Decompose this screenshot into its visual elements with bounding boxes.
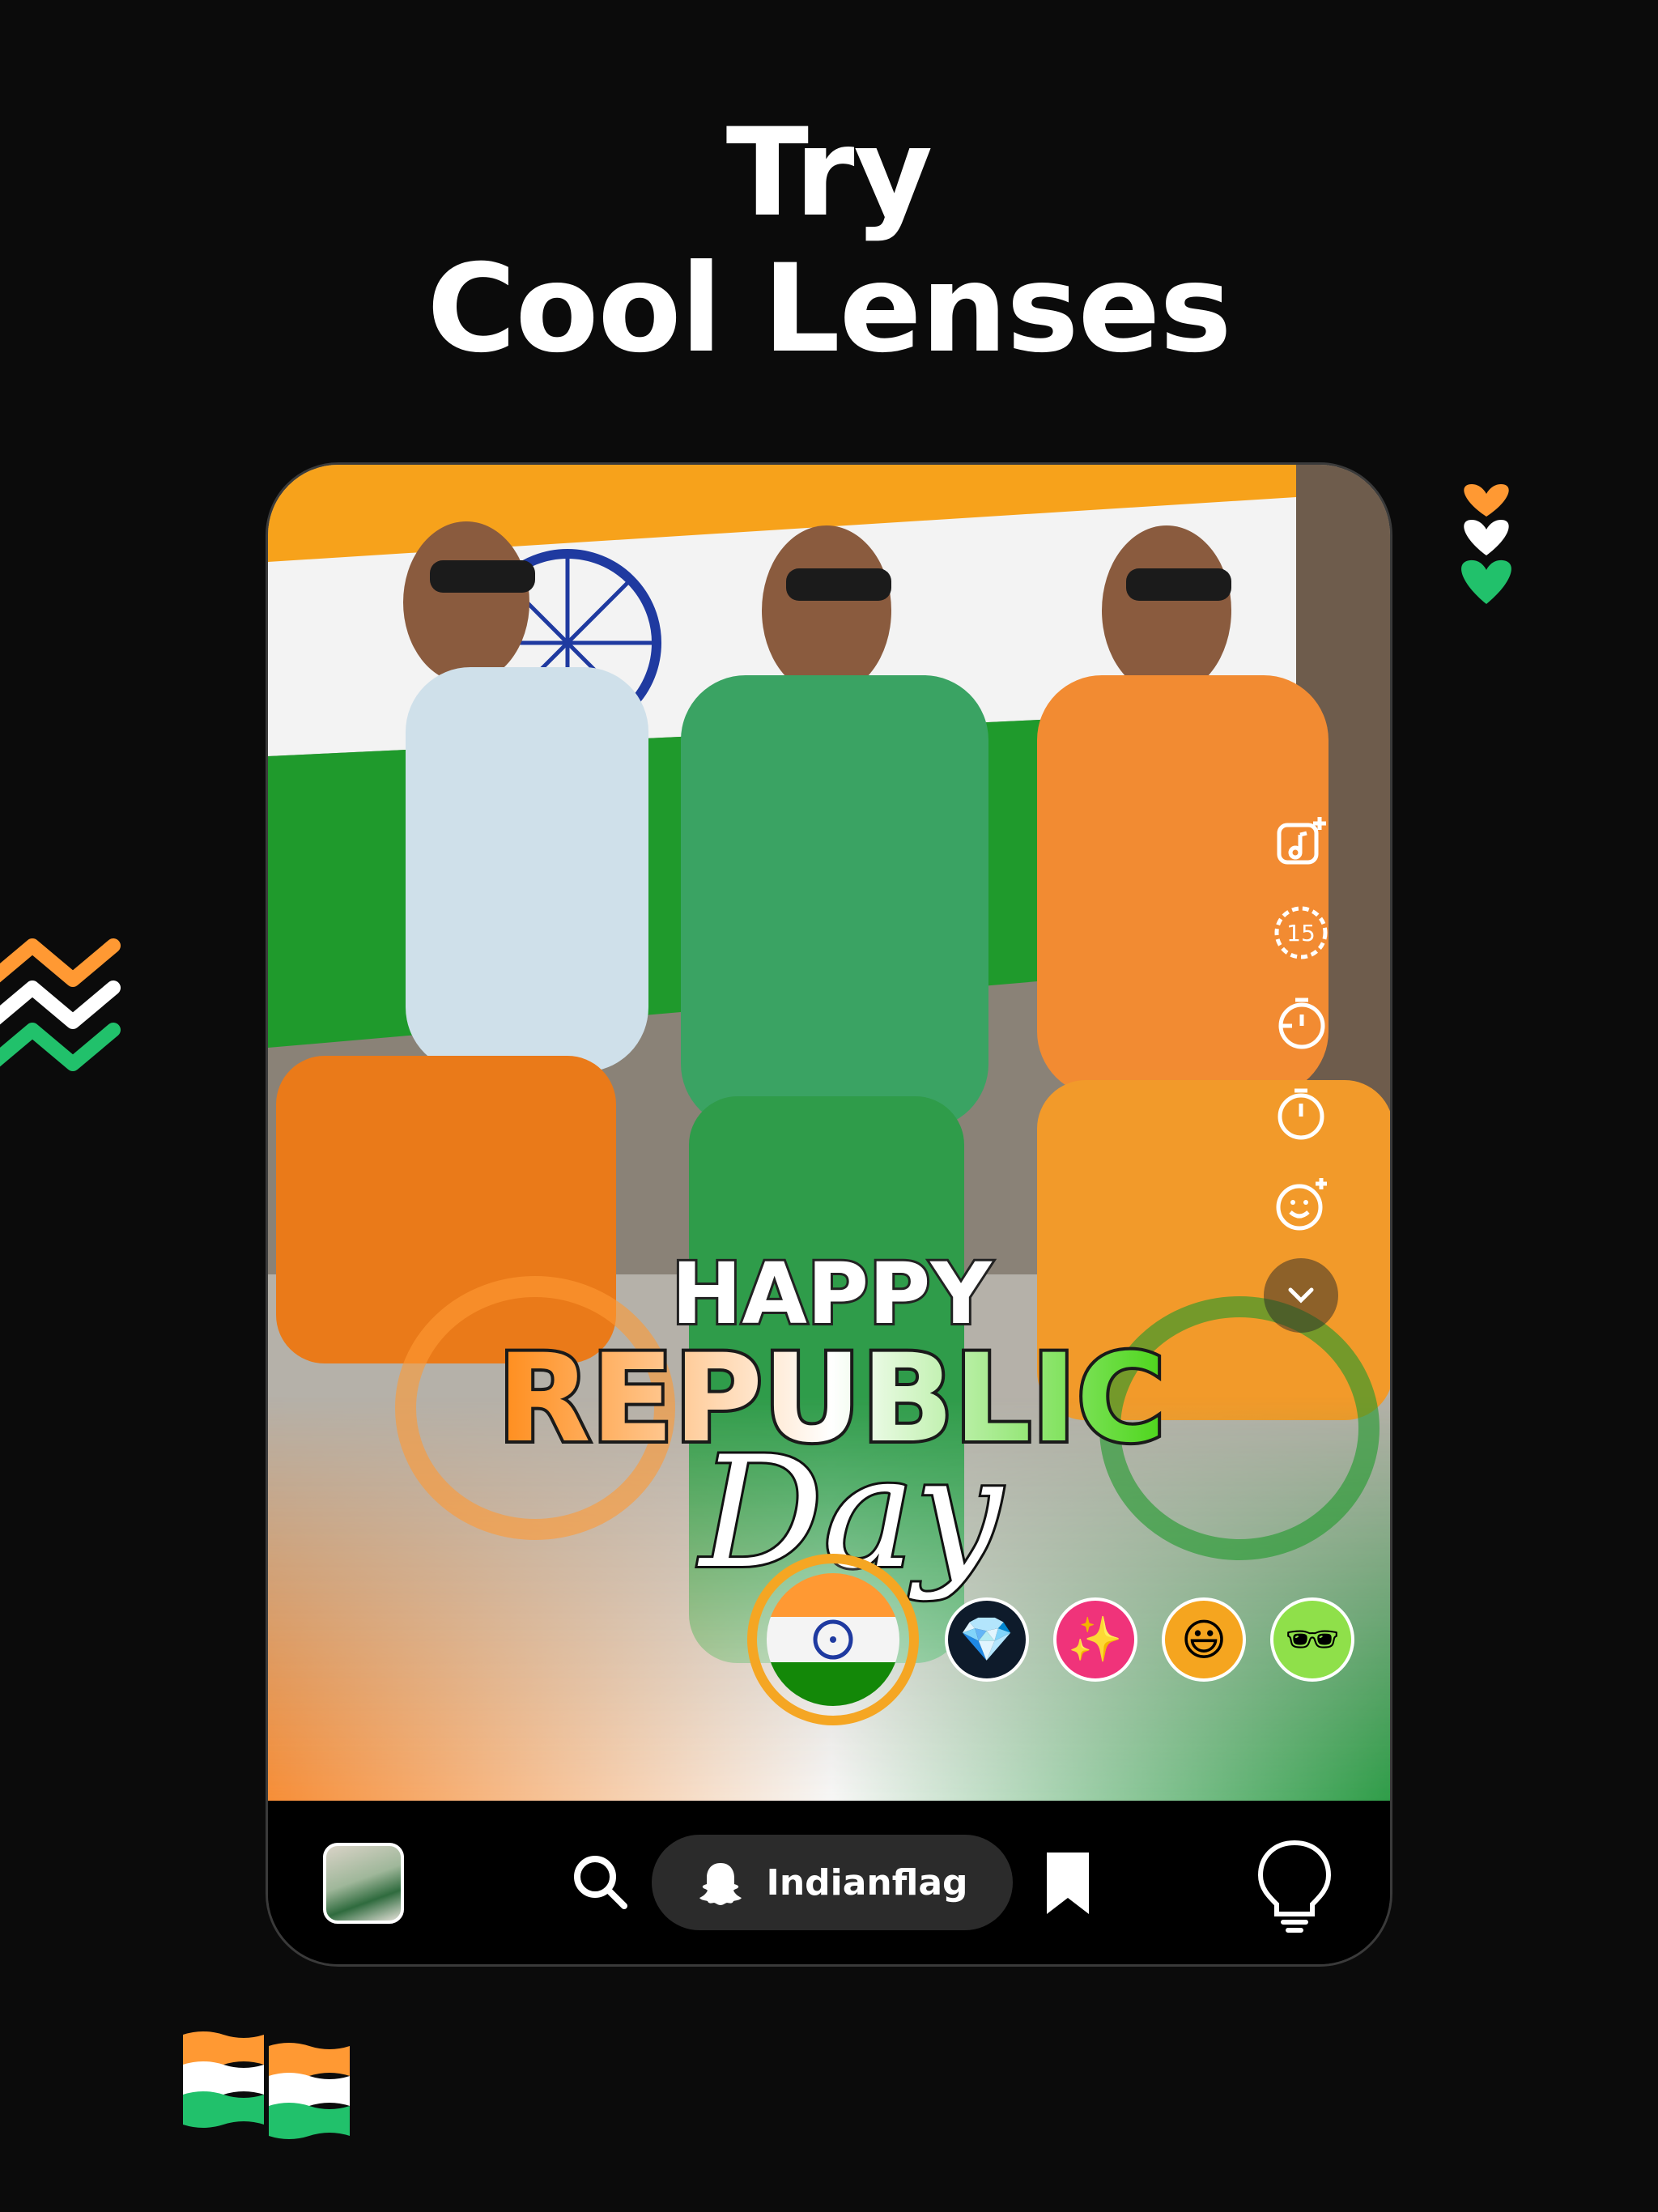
lens-sparkles-button[interactable]: ✨ [1053,1597,1137,1682]
countdown-button[interactable] [1264,986,1338,1061]
more-tools-button[interactable] [1264,1258,1338,1333]
headline-line-1: Try [725,103,933,244]
tricolor-hearts-icon [1461,484,1511,604]
lens-earrings-button[interactable]: 💎 [945,1597,1029,1682]
headline-line-2: Cool Lenses [427,239,1231,380]
music-add-icon [1277,817,1326,865]
duration-button[interactable]: 15 [1264,895,1338,970]
face-effects-button[interactable] [1264,1168,1338,1242]
cartoon-face-lens-icon: 😃 [1180,1614,1227,1665]
sparkles-lens-icon: ✨ [1068,1614,1123,1665]
timer-button[interactable] [1264,1077,1338,1151]
gallery-thumbnail-button[interactable] [323,1843,404,1924]
stopwatch-icon [1278,1088,1324,1140]
bookmark-icon[interactable] [1037,1849,1099,1917]
phone-mockup: HAPPY REPUBLIC Day 15 💎 ✨ 😃 🕶 Indianflag [266,462,1392,1967]
chevron-down-icon [1288,1287,1314,1304]
selected-lens-button[interactable] [747,1554,919,1725]
waving-flags-icon [183,2031,350,2139]
tricolor-zigzag-icon [0,938,121,1071]
face-add-icon [1276,1178,1327,1231]
bottom-toolbar: Indianflag [268,1801,1390,1964]
search-icon[interactable] [569,1851,631,1912]
page-headline: Try Cool Lenses [0,105,1658,377]
lens-carousel: 💎 ✨ 😃 🕶 [268,1554,1390,1732]
active-lens-pill[interactable]: Indianflag [652,1835,1013,1930]
ghost-icon [699,1863,742,1905]
lightbulb-icon[interactable] [1254,1838,1335,1935]
camera-preview[interactable]: HAPPY REPUBLIC Day 15 💎 ✨ 😃 🕶 [268,465,1390,1801]
lens-name-label: Indianflag [766,1861,968,1904]
timer-15-icon: 15 [1274,906,1328,959]
3d-glasses-lens-icon: 🕶 [1284,1614,1341,1665]
timer-15-label: 15 [1286,920,1316,946]
earrings-lens-icon: 💎 [959,1614,1014,1665]
indian-flag-lens-icon [767,1573,899,1706]
lens-3d-glasses-button[interactable]: 🕶 [1270,1597,1354,1682]
lens-cartoon-button[interactable]: 😃 [1162,1597,1246,1682]
countdown-timer-icon [1278,998,1325,1049]
camera-tools-rail: 15 [1262,805,1340,1333]
add-music-button[interactable] [1264,805,1338,879]
